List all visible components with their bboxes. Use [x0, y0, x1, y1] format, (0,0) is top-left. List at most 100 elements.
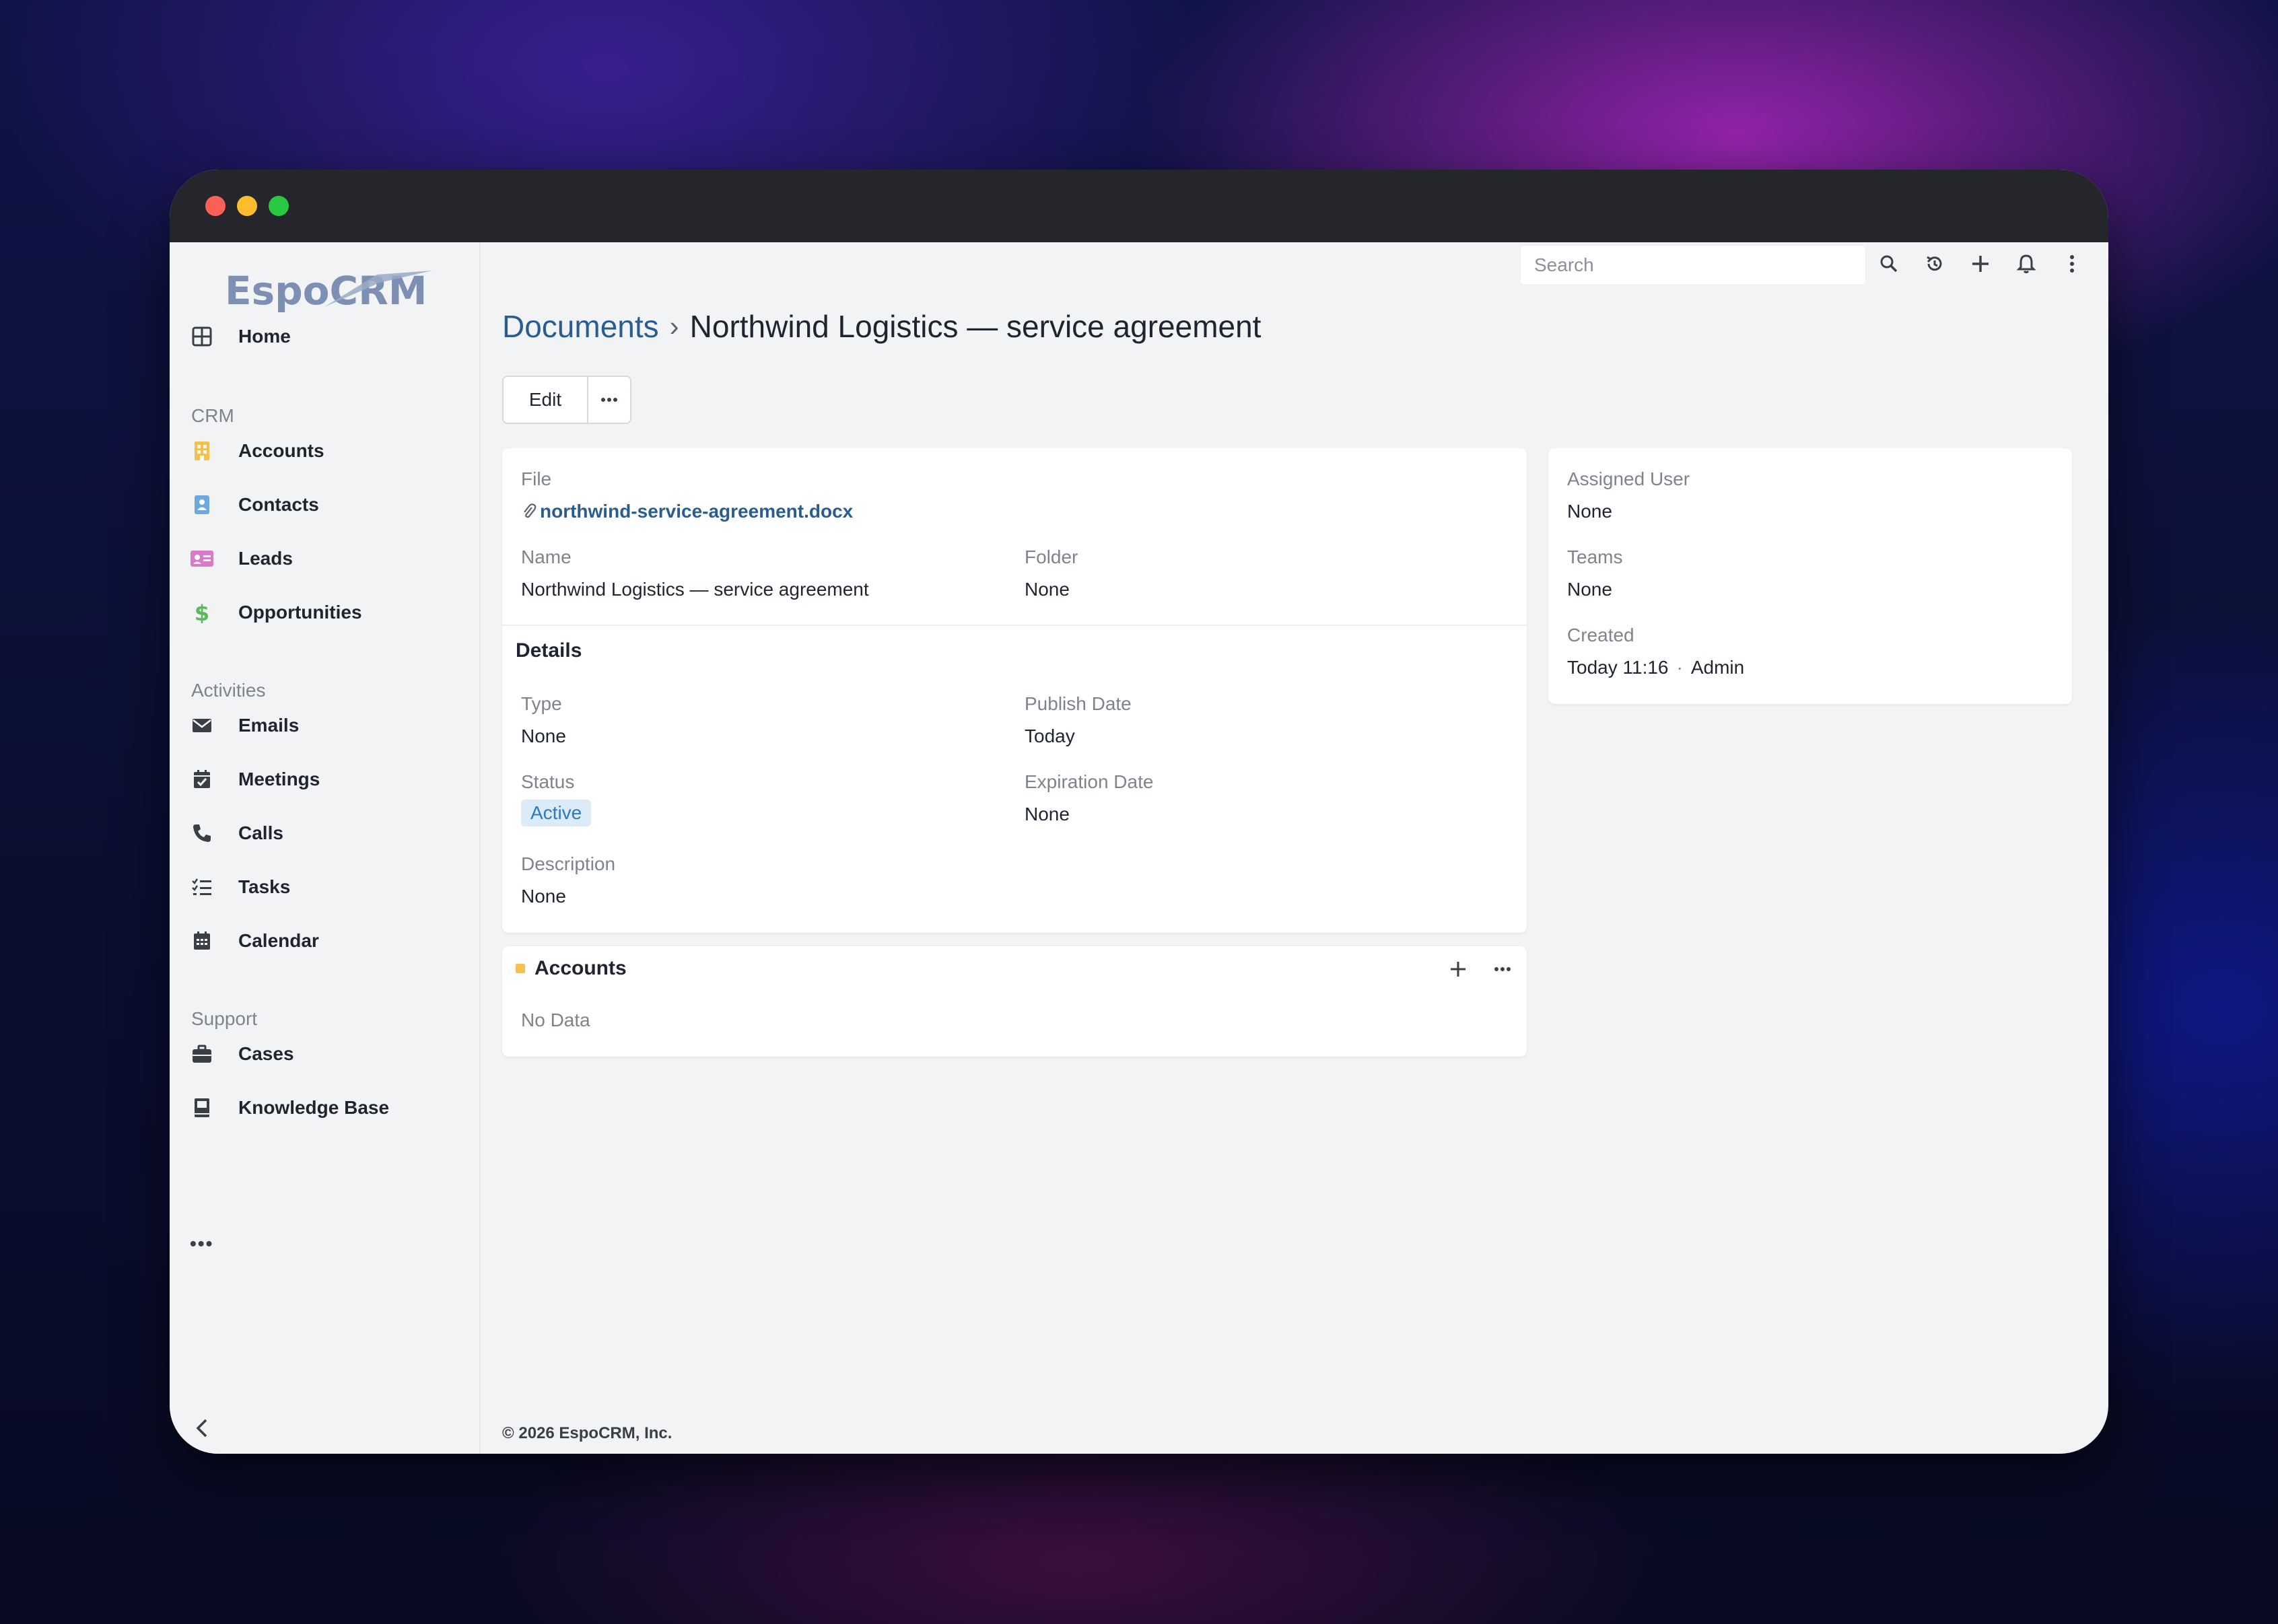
type-label: Type	[521, 693, 562, 714]
expiration-date-value: None	[1025, 804, 1070, 824]
calendar-icon	[190, 929, 214, 953]
sidebar-more-button[interactable]: •••	[190, 1233, 213, 1255]
sidebar-item-accounts[interactable]: Accounts	[190, 431, 324, 471]
history-icon	[1927, 256, 1942, 271]
sidebar-item-opportunities[interactable]: $ Opportunities	[190, 592, 362, 633]
briefcase-icon	[190, 1042, 214, 1066]
minimize-window-button[interactable]	[237, 196, 257, 216]
sidebar: EspoCRM Home CRM Accounts Contacts Leads…	[170, 242, 481, 1454]
title-bar	[170, 170, 2108, 242]
record-panel: File northwind-service-agreement.docx Na…	[502, 448, 1527, 933]
folder-label: Folder	[1025, 546, 1078, 567]
file-field: northwind-service-agreement.docx	[521, 501, 853, 522]
accounts-panel: Accounts No Data	[502, 946, 1527, 1057]
notifications-button[interactable]	[2013, 250, 2040, 277]
phone-icon	[190, 821, 214, 845]
plus-icon	[1972, 256, 1989, 272]
id-card-icon	[190, 546, 214, 571]
created-label: Created	[1567, 625, 1634, 645]
section-activities: Activities	[191, 680, 266, 701]
breadcrumb-separator: ›	[669, 310, 679, 342]
sidebar-item-label: Home	[238, 326, 291, 347]
sidebar-item-label: Meetings	[238, 769, 320, 789]
sidebar-item-label: Accounts	[238, 440, 324, 461]
plus-icon	[1451, 962, 1465, 977]
name-label: Name	[521, 546, 572, 567]
book-icon	[190, 1096, 214, 1120]
sidebar-item-contacts[interactable]: Contacts	[190, 485, 319, 525]
publish-date-label: Publish Date	[1025, 693, 1132, 714]
accounts-panel-title: Accounts	[534, 957, 627, 979]
page-title: Northwind Logistics — service agreement	[689, 309, 1262, 344]
dollar-icon: $	[190, 600, 214, 625]
sidebar-item-meetings[interactable]: Meetings	[190, 759, 320, 800]
breadcrumb: Documents › Northwind Logistics — servic…	[502, 308, 1261, 345]
breadcrumb-documents-link[interactable]: Documents	[502, 308, 659, 345]
collapse-sidebar-button[interactable]	[194, 1417, 210, 1442]
main-content: Documents › Northwind Logistics — servic…	[481, 242, 2108, 1454]
sidebar-item-label: Cases	[238, 1043, 294, 1064]
sidebar-item-label: Contacts	[238, 494, 319, 515]
sidebar-item-label: Knowledge Base	[238, 1097, 390, 1118]
more-actions-button[interactable]	[588, 376, 631, 424]
calendar-check-icon	[190, 767, 214, 791]
sidebar-item-calendar[interactable]: Calendar	[190, 921, 319, 961]
status-label: Status	[521, 771, 575, 792]
paperclip-icon	[524, 503, 537, 518]
search-button[interactable]	[1875, 250, 1902, 277]
details-heading: Details	[516, 639, 582, 662]
svg-text:$: $	[195, 602, 209, 623]
espocrm-logo[interactable]: EspoCRM	[223, 262, 446, 316]
expiration-date-label: Expiration Date	[1025, 771, 1154, 792]
teams-value: None	[1567, 579, 1612, 600]
assigned-user-label: Assigned User	[1567, 468, 1690, 489]
created-by-user[interactable]: Admin	[1691, 657, 1744, 678]
publish-date-value: Today	[1025, 726, 1075, 746]
footer-copyright: © 2026 EspoCRM, Inc.	[502, 1424, 672, 1442]
accounts-more-button[interactable]	[1489, 956, 1516, 983]
sidebar-item-label: Tasks	[238, 876, 291, 897]
sidebar-item-emails[interactable]: Emails	[190, 705, 299, 746]
status-badge: Active	[521, 800, 592, 826]
menu-button[interactable]	[2059, 250, 2085, 277]
section-crm: CRM	[191, 405, 234, 426]
type-value: None	[521, 726, 566, 746]
accounts-color-marker	[516, 964, 525, 973]
sidebar-item-label: Emails	[238, 715, 300, 736]
section-support: Support	[191, 1008, 258, 1029]
add-account-button[interactable]	[1445, 956, 1472, 983]
sidebar-item-calls[interactable]: Calls	[190, 813, 283, 853]
edit-button[interactable]: Edit	[502, 376, 588, 424]
file-label: File	[521, 468, 552, 489]
teams-label: Teams	[1567, 546, 1623, 567]
sidebar-item-label: Calendar	[238, 930, 319, 951]
search-icon	[1880, 255, 1898, 273]
close-window-button[interactable]	[205, 196, 226, 216]
logo-mark: EspoCRM	[225, 268, 432, 314]
ellipsis-icon	[1494, 967, 1511, 971]
app-window: EspoCRM Home CRM Accounts Contacts Leads…	[170, 170, 2108, 1454]
side-panel: Assigned User None Teams None Created To…	[1548, 448, 2072, 704]
sidebar-item-cases[interactable]: Cases	[190, 1034, 294, 1074]
folder-value: None	[1025, 579, 1070, 600]
created-separator: ·	[1676, 657, 1683, 678]
accounts-empty-text: No Data	[521, 1010, 590, 1030]
sidebar-item-leads[interactable]: Leads	[190, 538, 293, 579]
quick-create-button[interactable]	[1967, 250, 1994, 277]
created-time: Today 11:16	[1567, 657, 1669, 678]
search-box[interactable]	[1520, 245, 1866, 285]
search-input[interactable]	[1534, 254, 1852, 276]
assigned-user-value: None	[1567, 501, 1612, 522]
name-value: Northwind Logistics — service agreement	[521, 579, 869, 600]
contact-card-icon	[190, 493, 214, 517]
grid-icon	[190, 324, 214, 349]
description-value: None	[521, 886, 566, 907]
history-button[interactable]	[1921, 250, 1948, 277]
sidebar-item-tasks[interactable]: Tasks	[190, 867, 290, 907]
sidebar-item-home[interactable]: Home	[190, 316, 291, 357]
description-label: Description	[521, 853, 616, 874]
maximize-window-button[interactable]	[269, 196, 289, 216]
file-download-link[interactable]: northwind-service-agreement.docx	[540, 501, 853, 522]
sidebar-item-knowledge-base[interactable]: Knowledge Base	[190, 1088, 389, 1128]
record-actions: Edit	[502, 376, 631, 424]
